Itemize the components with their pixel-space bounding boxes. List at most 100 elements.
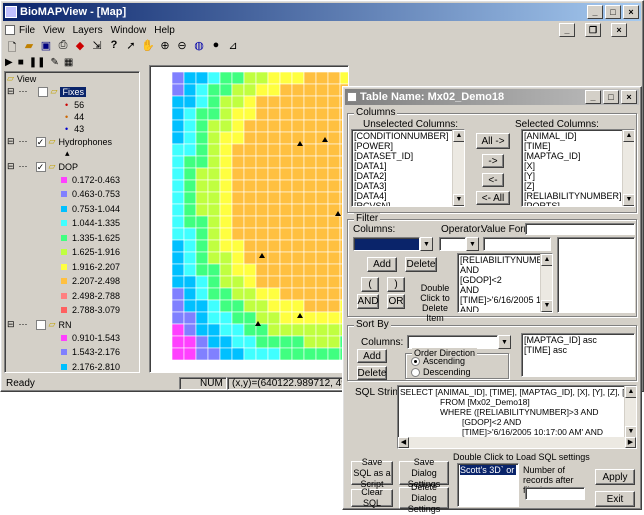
move-right-button[interactable]: -> xyxy=(482,154,504,168)
filter-delete-button[interactable]: Delete xyxy=(405,257,437,272)
grid-icon[interactable]: ▦ xyxy=(64,57,73,71)
apply-button[interactable]: Apply xyxy=(595,469,635,485)
close-icon[interactable]: × xyxy=(623,5,639,19)
unselected-column-item[interactable]: [CONDITIONNUMBER] xyxy=(354,131,462,141)
sort-column-combo[interactable]: ▼ xyxy=(407,335,511,349)
unselected-column-item[interactable]: [DATA4] xyxy=(354,191,462,201)
tree-fixes-node[interactable]: ⊟ ⋯ ▱ Fixes xyxy=(7,86,86,97)
horizontal-scrollbar[interactable]: ◀ ▶ xyxy=(398,437,636,448)
move-all-left-button[interactable]: <- All xyxy=(476,191,510,205)
unselected-column-item[interactable]: [POWER] xyxy=(354,141,462,151)
selected-column-item[interactable]: [TIME] xyxy=(524,141,632,151)
filter-value-input[interactable] xyxy=(483,237,551,251)
unselected-columns-list[interactable]: [CONDITIONNUMBER] [POWER] [DATASET_ID] [DAT… xyxy=(351,129,465,207)
ascending-radio[interactable]: Ascending xyxy=(411,356,465,367)
filter-item[interactable]: AND xyxy=(460,265,550,275)
exit-button[interactable]: Exit xyxy=(595,491,635,507)
selected-column-item[interactable]: [MAPTAG_ID] xyxy=(524,151,632,161)
filter-operator-combo[interactable]: ▼ xyxy=(439,237,479,251)
save-sql-script-button[interactable]: Save SQL as a Script xyxy=(351,457,393,489)
sql-string-box[interactable]: SELECT [ANIMAL_ID], [TIME], [MAPTAG_ID],… xyxy=(397,385,637,449)
pause-icon[interactable]: ❚❚ xyxy=(29,57,46,71)
expand-icon[interactable]: ⊟ xyxy=(7,136,15,147)
scrollbar[interactable]: ▲ ▼ xyxy=(624,386,636,438)
right-paren-button[interactable]: ) xyxy=(387,277,405,292)
tree-rn-node[interactable]: ⊟ ⋯ ▱ RN xyxy=(7,319,71,330)
filter-item[interactable]: [TIME]>'6/16/2005 10:17: xyxy=(460,295,550,305)
measure-icon[interactable]: ⊿ xyxy=(226,39,240,55)
doc-restore-icon[interactable]: ❐ xyxy=(585,23,601,37)
filter-item[interactable]: AND xyxy=(460,285,550,295)
selected-column-item[interactable]: [PORTS] xyxy=(524,201,632,206)
layers-icon[interactable]: ◆ xyxy=(73,39,87,55)
filter-column-combo[interactable]: ▼ xyxy=(353,237,433,251)
unselected-column-item[interactable]: [DATA1] xyxy=(354,161,462,171)
globe-icon[interactable]: ◍ xyxy=(192,39,206,55)
scrollbar[interactable]: ▲ ▼ xyxy=(540,254,552,312)
menu-view[interactable]: View xyxy=(43,25,65,36)
help-icon[interactable]: ? xyxy=(107,39,121,55)
scrollbar[interactable]: ▲ ▼ xyxy=(452,130,464,206)
unselected-column-item[interactable]: [DATA3] xyxy=(354,181,462,191)
selected-column-item[interactable]: [RELIABILITYNUMBER] xyxy=(524,191,632,201)
descending-radio[interactable]: Descending xyxy=(411,367,471,378)
filter-item[interactable]: AND xyxy=(460,305,550,312)
dialog-maximize-icon[interactable]: □ xyxy=(603,90,619,104)
selected-column-item[interactable]: [X] xyxy=(524,161,632,171)
menu-file[interactable]: File xyxy=(19,25,35,36)
save-icon[interactable]: ▣ xyxy=(39,39,53,55)
stop-icon[interactable]: ■ xyxy=(18,57,24,71)
sort-delete-button[interactable]: Delete xyxy=(357,366,387,380)
or-button[interactable]: OR xyxy=(387,294,405,309)
sort-add-button[interactable]: Add xyxy=(357,349,387,363)
dialog-minimize-icon[interactable]: _ xyxy=(585,90,601,104)
dialog-close-icon[interactable]: × xyxy=(621,90,637,104)
sort-items-list[interactable]: [MAPTAG_ID] asc [TIME] asc xyxy=(521,333,635,377)
unselected-column-item[interactable]: [RCVSN] xyxy=(354,201,462,206)
doc-minimize-icon[interactable]: _ xyxy=(559,23,575,37)
pencil-icon[interactable]: ✎ xyxy=(51,57,59,71)
sort-item[interactable]: [TIME] asc xyxy=(524,345,632,355)
pan-icon[interactable]: ✋ xyxy=(141,39,155,55)
descending-radio-dot[interactable] xyxy=(411,368,420,378)
selected-column-item[interactable]: [Y] xyxy=(524,171,632,181)
hydrophones-checkbox[interactable]: ✓ xyxy=(35,136,46,147)
dop-checkbox[interactable]: ✓ xyxy=(35,161,46,172)
play-icon[interactable]: ▶ xyxy=(5,57,13,71)
unselected-column-item[interactable]: [DATA2] xyxy=(354,171,462,181)
main-titlebar[interactable]: BioMAPView - [Map] _ □ × xyxy=(3,3,641,21)
clear-sql-button[interactable]: Clear SQL xyxy=(351,487,393,508)
filter-items-list[interactable]: [RELIABILITYNUMBER]>3AND[GDOP]<2AND[TIME… xyxy=(457,253,553,313)
tree-view-node[interactable]: ▱ View xyxy=(7,73,36,84)
saved-setting-item[interactable]: Scott's 3D` or views xyxy=(460,465,516,475)
filter-item[interactable]: [GDOP]<2 xyxy=(460,275,550,285)
tree-dop-node[interactable]: ⊟ ⋯ ✓ ▱ DOP xyxy=(7,161,78,172)
and-button[interactable]: AND xyxy=(357,294,379,309)
print-icon[interactable]: ⎙ xyxy=(56,39,70,55)
ascending-radio-dot[interactable] xyxy=(411,357,420,367)
maximize-icon[interactable]: □ xyxy=(605,5,621,19)
tree-hydrophones-node[interactable]: ⊟ ⋯ ✓ ▱ Hydrophones xyxy=(7,136,112,147)
new-icon[interactable]: 🗋 xyxy=(5,39,19,55)
expand-icon[interactable]: ⊟ xyxy=(7,161,15,172)
move-left-button[interactable]: <- xyxy=(482,173,504,187)
menu-window[interactable]: Window xyxy=(111,25,147,36)
selected-column-item[interactable]: [Z] xyxy=(524,181,632,191)
expand-icon[interactable]: ⊟ xyxy=(7,319,15,330)
filter-item[interactable]: [RELIABILITYNUMBER]>3 xyxy=(460,255,550,265)
delete-dialog-settings-button[interactable]: Delete Dialog Settings xyxy=(399,482,449,514)
zoom-out-icon[interactable]: ⊖ xyxy=(175,39,189,55)
minimize-icon[interactable]: _ xyxy=(587,5,603,19)
export-icon[interactable]: ⇲ xyxy=(90,39,104,55)
open-icon[interactable]: ▰ xyxy=(22,39,36,55)
filter-add-button[interactable]: Add xyxy=(367,257,397,272)
menu-layers[interactable]: Layers xyxy=(73,25,103,36)
expand-icon[interactable]: ⊟ xyxy=(7,86,15,97)
unselected-column-item[interactable]: [DATASET_ID] xyxy=(354,151,462,161)
zoom-in-icon[interactable]: ⊕ xyxy=(158,39,172,55)
sort-item[interactable]: [MAPTAG_ID] asc xyxy=(524,335,632,345)
value-format-field[interactable] xyxy=(525,223,635,235)
dialog-titlebar[interactable]: Table Name: Mx02_Demo18 _ □ × xyxy=(345,89,639,105)
move-all-right-button[interactable]: All -> xyxy=(476,133,510,149)
map-view[interactable] xyxy=(149,65,349,373)
